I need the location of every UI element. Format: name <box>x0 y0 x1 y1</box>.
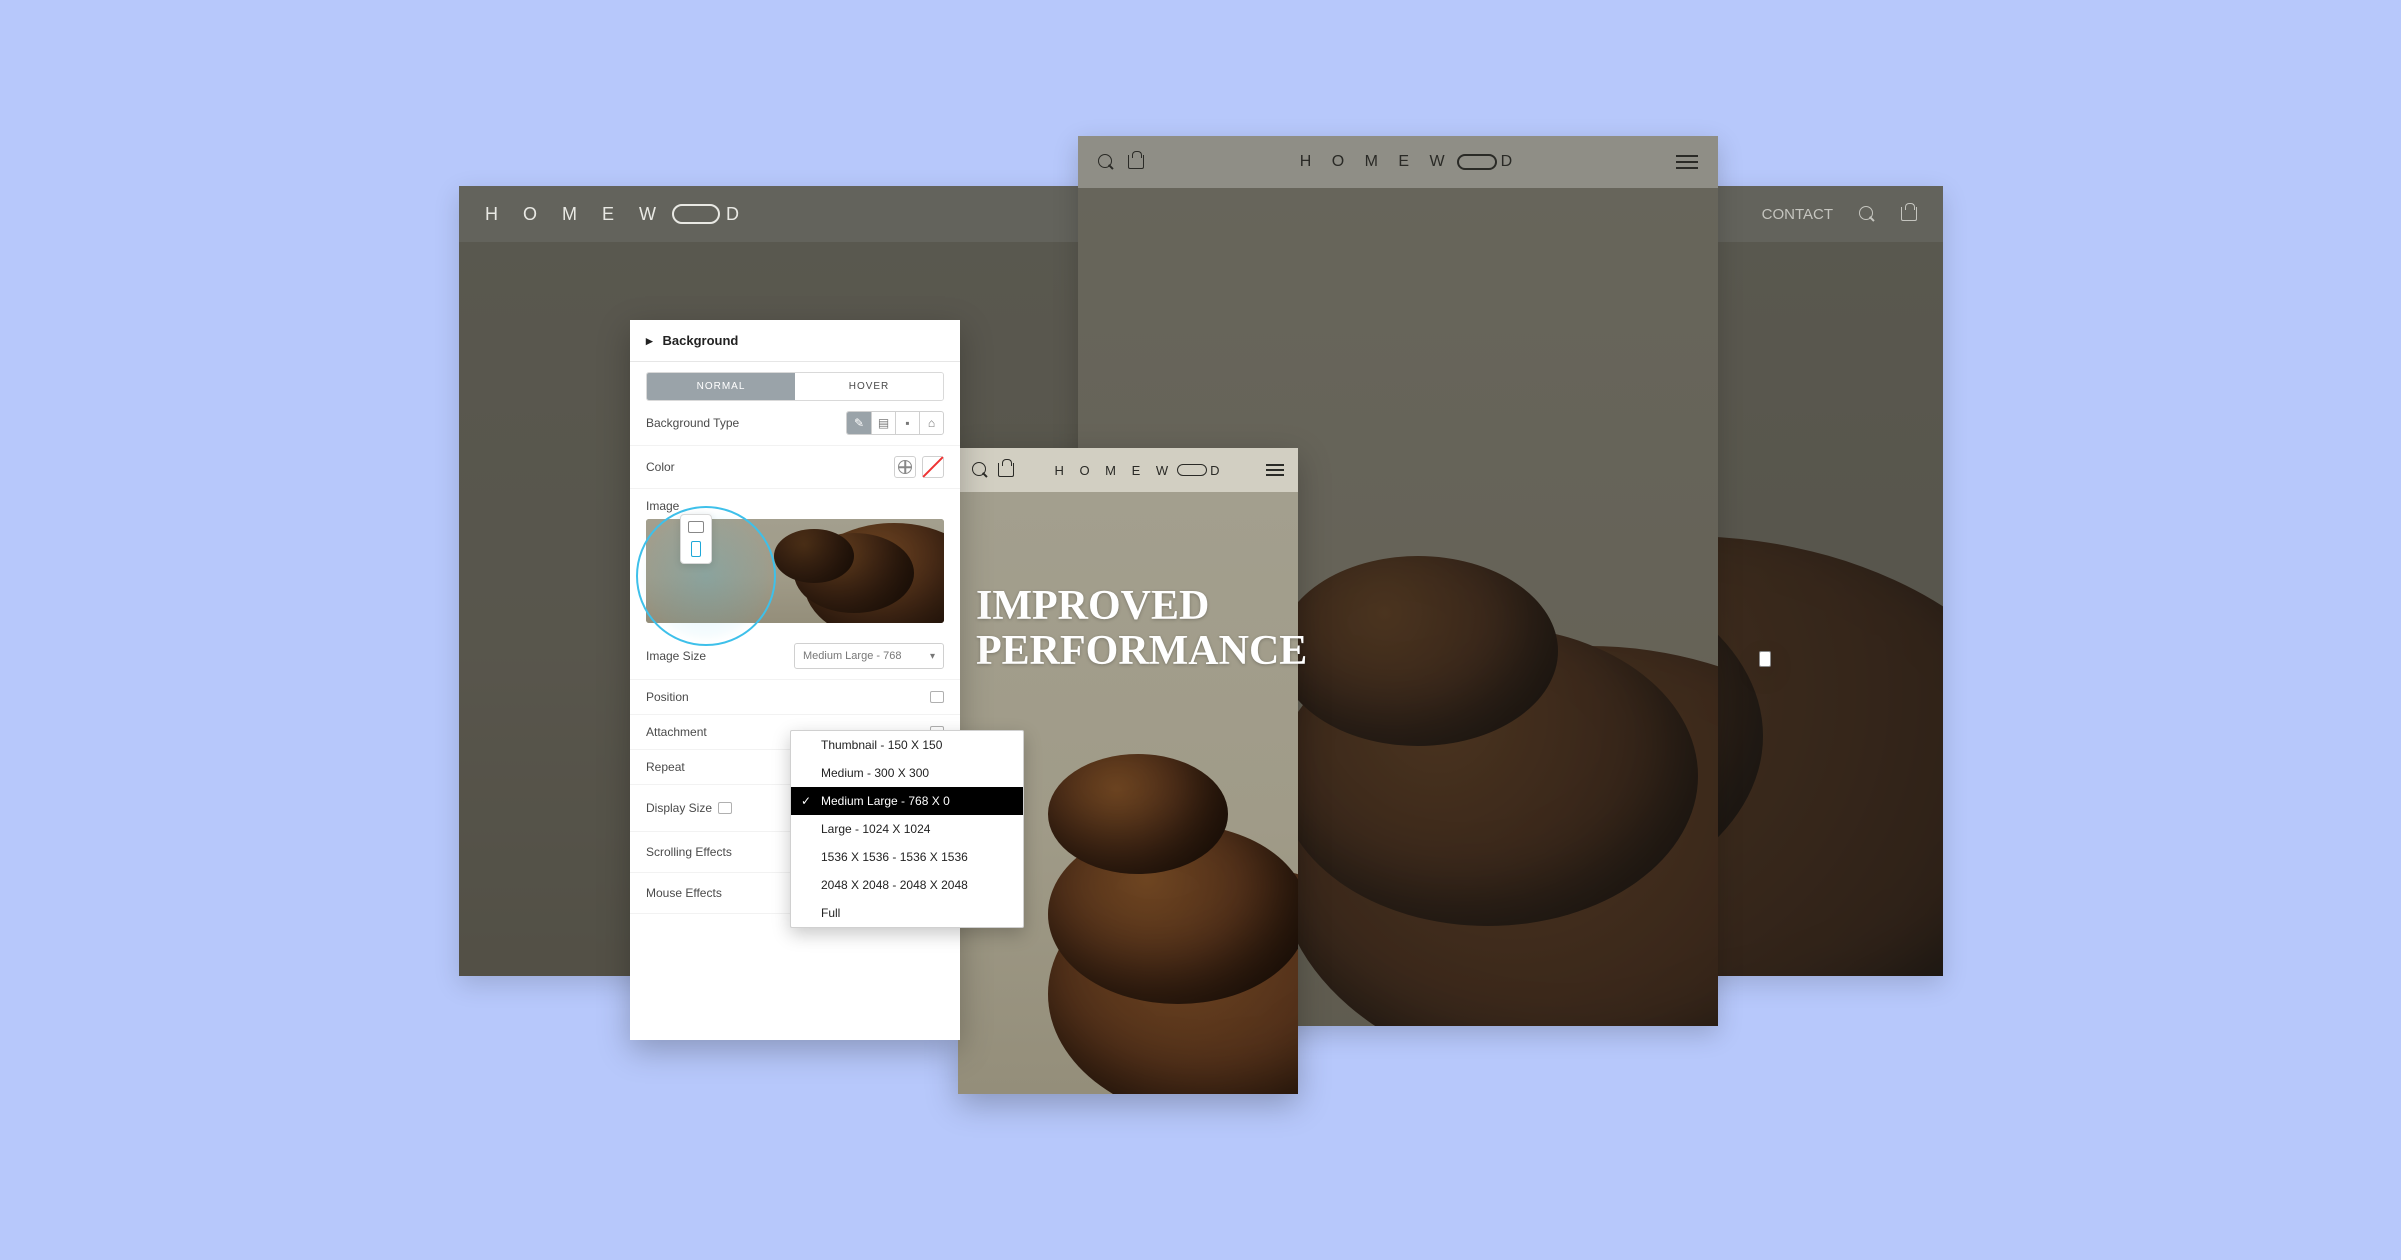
tablet-brand: H O M E WD <box>1300 153 1520 171</box>
image-size-option[interactable]: Medium Large - 768 X 0 <box>791 787 1023 815</box>
hero-line-1: IMPROVED <box>976 584 1307 629</box>
label-display-size: Display Size <box>646 801 712 815</box>
device-picker <box>680 514 712 564</box>
chevron-down-icon: ▾ <box>930 651 935 662</box>
bg-type-classic-button[interactable]: ✎ <box>847 412 871 434</box>
hamburger-icon[interactable] <box>1676 155 1698 169</box>
brand-oo-icon <box>1177 464 1207 476</box>
brand-text-2: D <box>726 204 749 225</box>
brand-oo-icon <box>672 204 720 224</box>
image-size-option[interactable]: Medium - 300 X 300 <box>791 759 1023 787</box>
section-header-background[interactable]: ▸ Background <box>630 320 960 362</box>
mobile-brand: H O M E WD <box>1054 463 1225 478</box>
globe-icon <box>898 460 912 474</box>
bg-type-gradient-button[interactable]: ▤ <box>871 412 895 434</box>
bg-type-slideshow-button[interactable]: ⌂ <box>919 412 943 434</box>
image-size-option[interactable]: Full <box>791 899 1023 927</box>
caret-right-icon: ▸ <box>646 333 653 349</box>
label-color: Color <box>646 460 884 474</box>
search-icon[interactable] <box>972 462 988 478</box>
style-panel: ▸ Background NORMAL HOVER Background Typ… <box>630 320 960 1040</box>
row-image-size: Image Size Medium Large - 768 ▾ <box>630 633 960 680</box>
image-size-option[interactable]: 2048 X 2048 - 2048 X 2048 <box>791 871 1023 899</box>
hamburger-icon[interactable] <box>1266 464 1284 476</box>
brand-oo-icon <box>1457 154 1497 170</box>
tab-hover[interactable]: HOVER <box>795 373 943 400</box>
responsive-icon[interactable] <box>930 691 944 703</box>
label-bg-type: Background Type <box>646 416 836 430</box>
row-image-label: Image <box>630 489 960 515</box>
hero-headline: IMPROVED PERFORMANCE <box>976 584 1307 675</box>
search-icon[interactable] <box>1859 206 1875 222</box>
image-size-select[interactable]: Medium Large - 768 ▾ <box>794 643 944 669</box>
image-size-value: Medium Large - 768 <box>803 650 901 662</box>
stage: H O M E W D CONTACT H O M E W <box>0 0 2401 1260</box>
color-none-swatch[interactable] <box>922 456 944 478</box>
bg-type-buttons: ✎ ▤ ▪ ⌂ <box>846 411 944 435</box>
color-global-swatch[interactable] <box>894 456 916 478</box>
bg-type-video-button[interactable]: ▪ <box>895 412 919 434</box>
tablet-topbar: H O M E WD <box>1078 136 1718 188</box>
section-title: Background <box>663 333 739 348</box>
label-image: Image <box>646 499 944 513</box>
device-phone-option[interactable] <box>691 541 701 557</box>
image-size-dropdown: Thumbnail - 150 X 150Medium - 300 X 300M… <box>790 730 1024 928</box>
desktop-nav-right: CONTACT <box>1762 206 1917 223</box>
label-position: Position <box>646 690 916 704</box>
search-icon[interactable] <box>1098 154 1114 170</box>
row-bg-type: Background Type ✎ ▤ ▪ ⌂ <box>630 401 960 446</box>
image-size-option[interactable]: 1536 X 1536 - 1536 X 1536 <box>791 843 1023 871</box>
responsive-icon[interactable] <box>718 802 732 814</box>
row-color: Color <box>630 446 960 489</box>
nav-contact[interactable]: CONTACT <box>1762 206 1833 223</box>
image-size-option[interactable]: Large - 1024 X 1024 <box>791 815 1023 843</box>
device-tablet-option[interactable] <box>1759 651 1771 667</box>
row-position: Position <box>630 680 960 715</box>
tab-normal[interactable]: NORMAL <box>647 373 795 400</box>
device-desktop-option[interactable] <box>688 521 704 533</box>
hero-line-2: PERFORMANCE <box>976 629 1307 674</box>
mobile-topbar: H O M E WD <box>958 448 1298 492</box>
label-image-size: Image Size <box>646 649 784 663</box>
cart-icon[interactable] <box>1901 207 1917 221</box>
cart-icon[interactable] <box>1128 155 1144 169</box>
brand-text-1: H O M E W <box>485 204 666 225</box>
cart-icon[interactable] <box>998 463 1014 477</box>
image-size-option[interactable]: Thumbnail - 150 X 150 <box>791 731 1023 759</box>
desktop-brand: H O M E W D <box>485 204 749 225</box>
state-tabs: NORMAL HOVER <box>630 362 960 401</box>
